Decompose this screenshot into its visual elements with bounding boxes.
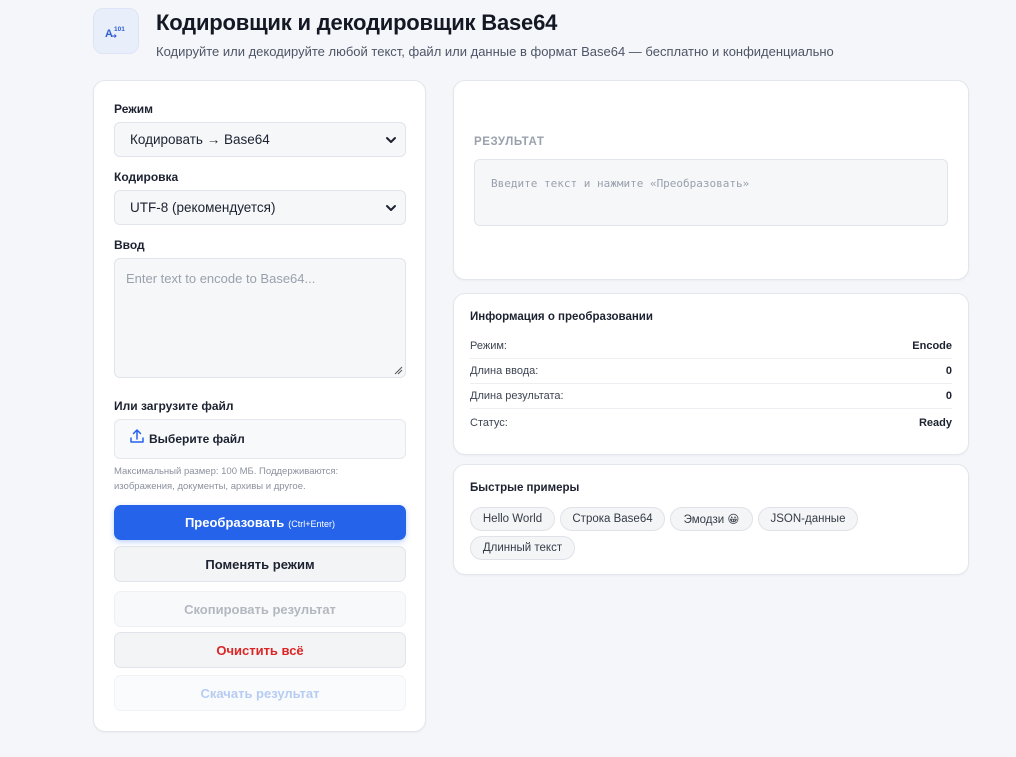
info-row-value: 0 — [945, 390, 952, 402]
result-label: РЕЗУЛЬТАТ — [474, 136, 545, 148]
page-subtitle: Кодируйте или декодируйте любой текст, ф… — [156, 44, 834, 59]
info-row-value: Encode — [912, 340, 952, 352]
file-upload-label: Выберите файл — [149, 432, 245, 446]
example-chip-emoji[interactable]: Эмодзи 😀 — [670, 507, 753, 531]
info-row-label: Режим: — [470, 340, 507, 352]
examples-title: Быстрые примеры — [470, 482, 580, 494]
mode-select-value: Кодировать → Base64 — [130, 132, 270, 147]
input-label: Ввод — [114, 238, 145, 252]
file-upload-button[interactable]: Выберите файл — [114, 419, 406, 459]
conversion-info-card: Информация о преобразовании Режим: Encod… — [453, 293, 969, 455]
info-row-output-length: Длина результата: 0 — [470, 384, 952, 409]
page-title: Кодировщик и декодировщик Base64 — [156, 10, 558, 35]
svg-text:A: A — [105, 28, 113, 39]
input-textarea[interactable]: Enter text to encode to Base64... — [114, 258, 406, 378]
download-result-button[interactable]: Скачать результат — [114, 675, 406, 711]
info-row-input-length: Длина ввода: 0 — [470, 359, 952, 384]
clear-all-button[interactable]: Очистить всё — [114, 632, 406, 668]
example-chip-json[interactable]: JSON-данные — [758, 507, 858, 531]
info-row-label: Статус: — [470, 416, 508, 429]
converter-form-card: Режим Кодировать → Base64 Кодировка UTF-… — [93, 80, 426, 732]
svg-text:101: 101 — [114, 26, 125, 33]
info-row-value: Ready — [918, 416, 952, 429]
info-row-status: Статус: Ready — [470, 410, 952, 435]
page-header: A 101 Кодировщик и декодировщик Base64 К… — [93, 8, 834, 59]
info-title: Информация о преобразовании — [470, 311, 653, 323]
convert-shortcut: (Ctrl+Enter) — [288, 518, 336, 529]
quick-examples-card: Быстрые примеры Hello World Строка Base6… — [453, 464, 969, 575]
swap-mode-button[interactable]: Поменять режим — [114, 546, 406, 582]
info-row-value: 0 — [945, 365, 952, 377]
encoding-select-value: UTF-8 (рекомендуется) — [130, 200, 276, 215]
file-label: Или загрузите файл — [114, 399, 234, 413]
mode-select[interactable]: Кодировать → Base64 — [114, 122, 406, 157]
encoding-label: Кодировка — [114, 170, 179, 184]
resize-handle-icon[interactable] — [393, 365, 403, 375]
info-row-label: Длина результата: — [470, 390, 564, 402]
convert-button-label: Преобразовать — [184, 515, 285, 530]
info-row-label: Длина ввода: — [470, 365, 539, 377]
result-output[interactable]: Введите текст и нажмите «Преобразовать» — [474, 159, 948, 226]
example-chip-long-text[interactable]: Длинный текст — [470, 536, 575, 560]
encoding-select[interactable]: UTF-8 (рекомендуется) — [114, 190, 406, 225]
example-chip-hello-world[interactable]: Hello World — [470, 507, 555, 531]
text-convert-icon: A 101 — [93, 8, 139, 54]
chevron-down-icon — [386, 205, 396, 211]
mode-label: Режим — [114, 102, 153, 116]
info-row-mode: Режим: Encode — [470, 334, 952, 359]
upload-icon — [130, 429, 144, 443]
result-card: РЕЗУЛЬТАТ Введите текст и нажмите «Преоб… — [453, 80, 969, 280]
convert-button[interactable]: Преобразовать (Ctrl+Enter) — [114, 505, 406, 540]
chevron-down-icon — [386, 137, 396, 143]
result-placeholder: Введите текст и нажмите «Преобразовать» — [491, 177, 750, 190]
input-placeholder: Enter text to encode to Base64... — [126, 271, 316, 286]
example-chip-base64-string[interactable]: Строка Base64 — [560, 507, 665, 531]
copy-result-button[interactable]: Скопировать результат — [114, 591, 406, 627]
file-hint: Максимальный размер: 100 МБ. Поддерживаю… — [114, 466, 339, 492]
